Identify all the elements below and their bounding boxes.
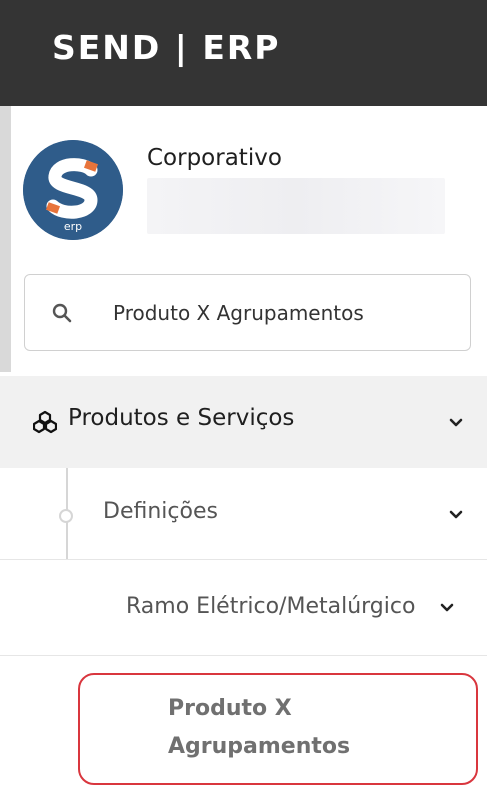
- menu-item-ramo-eletrico[interactable]: Ramo Elétrico/Metalúrgico: [0, 561, 487, 656]
- menu-search[interactable]: [24, 274, 471, 351]
- search-icon: [52, 303, 72, 323]
- menu-item-label: Ramo Elétrico/Metalúrgico: [126, 594, 416, 619]
- search-input[interactable]: [113, 295, 453, 331]
- menu-item-label-line1: Produto X: [168, 696, 292, 721]
- company-logo: erp: [23, 140, 123, 240]
- menu-item-label-line2: Agrupamentos: [168, 734, 351, 759]
- menu-item-definicoes[interactable]: Definições: [0, 468, 487, 560]
- menu-item-label: Produto X Agrupamentos: [168, 690, 428, 766]
- menu-item-label: Definições: [103, 499, 218, 524]
- menu-item-produtos-e-servicos[interactable]: Produtos e Serviços: [0, 376, 487, 468]
- user-panel: erp Corporativo: [11, 106, 487, 272]
- company-name: Corporativo: [147, 145, 282, 171]
- chevron-down-icon[interactable]: [440, 603, 454, 613]
- tree-node-dot: [59, 509, 73, 523]
- chevron-down-icon[interactable]: [449, 418, 463, 428]
- company-subtitle-blurred: [147, 178, 445, 234]
- sidebar-scrollbar[interactable]: [0, 106, 11, 372]
- app-title: SEND | ERP: [52, 28, 281, 67]
- menu-item-produto-x-agrupamentos[interactable]: Produto X Agrupamentos: [78, 673, 478, 785]
- top-bar: SEND | ERP: [0, 0, 487, 106]
- chevron-down-icon[interactable]: [449, 510, 463, 520]
- logo-text: erp: [64, 220, 82, 233]
- menu-item-label: Produtos e Serviços: [68, 405, 295, 431]
- cubes-icon: [33, 410, 57, 434]
